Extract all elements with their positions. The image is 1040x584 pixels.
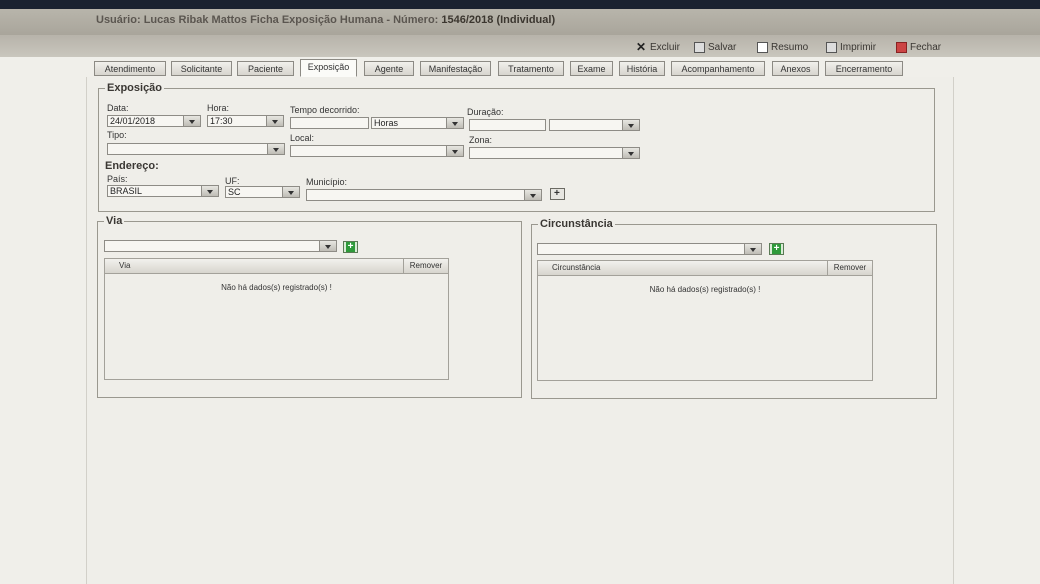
tempo-unit-select[interactable]: Horas (371, 117, 464, 129)
window-title-bar: Usuário: Lucas Ribak Mattos Ficha Exposi… (0, 9, 1040, 35)
pais-label: País: (107, 174, 128, 184)
via-remover-column-header: Remover (403, 259, 448, 273)
tab-exame[interactable]: Exame (570, 61, 613, 76)
via-table-header: Via Remover (105, 259, 448, 274)
chevron-down-icon[interactable] (319, 241, 336, 251)
chevron-down-icon[interactable] (446, 118, 463, 128)
chevron-down-icon[interactable] (744, 244, 761, 254)
pais-select[interactable]: BRASIL (107, 185, 219, 197)
municipio-label: Município: (306, 177, 348, 187)
add-via-button[interactable] (343, 241, 358, 253)
via-legend: Via (106, 215, 123, 227)
uf-value: SC (228, 187, 241, 197)
duracao-unit-select[interactable] (549, 119, 640, 131)
document-icon (757, 41, 768, 53)
endereco-heading: Endereço: (105, 160, 159, 172)
add-circunstancia-button[interactable] (769, 243, 784, 255)
imprimir-label: Imprimir (840, 41, 877, 53)
fechar-button[interactable]: Fechar (896, 39, 941, 55)
chevron-down-icon[interactable] (183, 116, 200, 126)
tab-solicitante[interactable]: Solicitante (171, 61, 232, 76)
resumo-button[interactable]: Resumo (757, 39, 808, 55)
tab-exposicao[interactable]: Exposição (300, 59, 357, 77)
window-title: Usuário: Lucas Ribak Mattos Ficha Exposi… (96, 14, 555, 26)
chevron-down-icon[interactable] (266, 116, 283, 126)
tab-encerramento[interactable]: Encerramento (825, 61, 903, 76)
exit-icon (896, 41, 907, 53)
circunstancia-empty-message: Não há dados(s) registrado(s) ! (649, 285, 761, 294)
chevron-down-icon[interactable] (282, 187, 299, 197)
via-select[interactable] (104, 240, 337, 252)
salvar-button[interactable]: Salvar (694, 39, 736, 55)
circunstancia-remover-column-header: Remover (827, 261, 872, 275)
save-icon (694, 41, 705, 53)
duracao-label: Duração: (467, 107, 504, 117)
tab-tratamento[interactable]: Tratamento (498, 61, 564, 76)
excluir-label: Excluir (650, 41, 681, 53)
add-municipio-button[interactable] (550, 188, 565, 200)
chevron-down-icon[interactable] (267, 144, 284, 154)
imprimir-button[interactable]: Imprimir (826, 39, 876, 55)
data-label: Data: (107, 103, 129, 113)
via-table: Via Remover Não há dados(s) registrado(s… (104, 258, 449, 380)
fechar-label: Fechar (910, 41, 942, 53)
via-column-header[interactable]: Via (119, 261, 130, 270)
form-title: Ficha Exposição Humana - Número: (250, 14, 439, 26)
chevron-down-icon[interactable] (622, 148, 639, 158)
tab-acompanhamento[interactable]: Acompanhamento (671, 61, 765, 76)
duracao-input[interactable] (469, 119, 546, 131)
hora-value: 17:30 (210, 116, 233, 126)
circunstancia-table-header: Circunstância Remover (538, 261, 872, 276)
record-number: 1546/2018 (Individual) (441, 14, 556, 26)
resumo-label: Resumo (771, 41, 809, 53)
municipio-select[interactable] (306, 189, 542, 201)
zona-label: Zona: (469, 135, 493, 145)
tab-atendimento[interactable]: Atendimento (94, 61, 166, 76)
hora-label: Hora: (207, 103, 230, 113)
data-field[interactable]: 24/01/2018 (107, 115, 201, 127)
salvar-label: Salvar (708, 41, 737, 53)
toolbar: ✕ Excluir Salvar Resumo Imprimir Fechar (0, 35, 1040, 57)
tipo-label: Tipo: (107, 130, 127, 140)
local-select[interactable] (290, 145, 464, 157)
tab-historia[interactable]: História (619, 61, 665, 76)
printer-icon (826, 41, 837, 53)
chevron-down-icon[interactable] (524, 190, 541, 200)
tipo-select[interactable] (107, 143, 285, 155)
tab-agente[interactable]: Agente (364, 61, 414, 76)
local-label: Local: (290, 133, 315, 143)
circunstancia-table: Circunstância Remover Não há dados(s) re… (537, 260, 873, 381)
circunstancia-column-header[interactable]: Circunstância (552, 263, 600, 272)
uf-select[interactable]: SC (225, 186, 300, 198)
chevron-down-icon[interactable] (201, 186, 218, 196)
tempo-decorrido-label: Tempo decorrido: (290, 105, 360, 115)
tempo-decorrido-input[interactable] (290, 117, 369, 129)
tab-anexos[interactable]: Anexos (772, 61, 819, 76)
hora-field[interactable]: 17:30 (207, 115, 284, 127)
uf-label: UF: (225, 176, 240, 186)
circunstancia-select[interactable] (537, 243, 762, 255)
circunstancia-legend: Circunstância (540, 218, 613, 230)
user-name: Lucas Ribak Mattos (143, 14, 247, 26)
chevron-down-icon[interactable] (622, 120, 639, 130)
tab-manifestacao[interactable]: Manifestação (420, 61, 491, 76)
tab-paciente[interactable]: Paciente (237, 61, 294, 76)
exposicao-legend: Exposição (107, 82, 163, 94)
chevron-down-icon[interactable] (446, 146, 463, 156)
pais-value: BRASIL (110, 186, 143, 196)
user-label: Usuário: (96, 14, 141, 26)
close-x-icon: ✕ (636, 39, 647, 54)
tempo-unit-value: Horas (374, 118, 399, 128)
zona-select[interactable] (469, 147, 640, 159)
data-value: 24/01/2018 (110, 116, 156, 126)
excluir-button[interactable]: ✕ Excluir (636, 39, 680, 55)
via-empty-message: Não há dados(s) registrado(s) ! (221, 283, 332, 292)
